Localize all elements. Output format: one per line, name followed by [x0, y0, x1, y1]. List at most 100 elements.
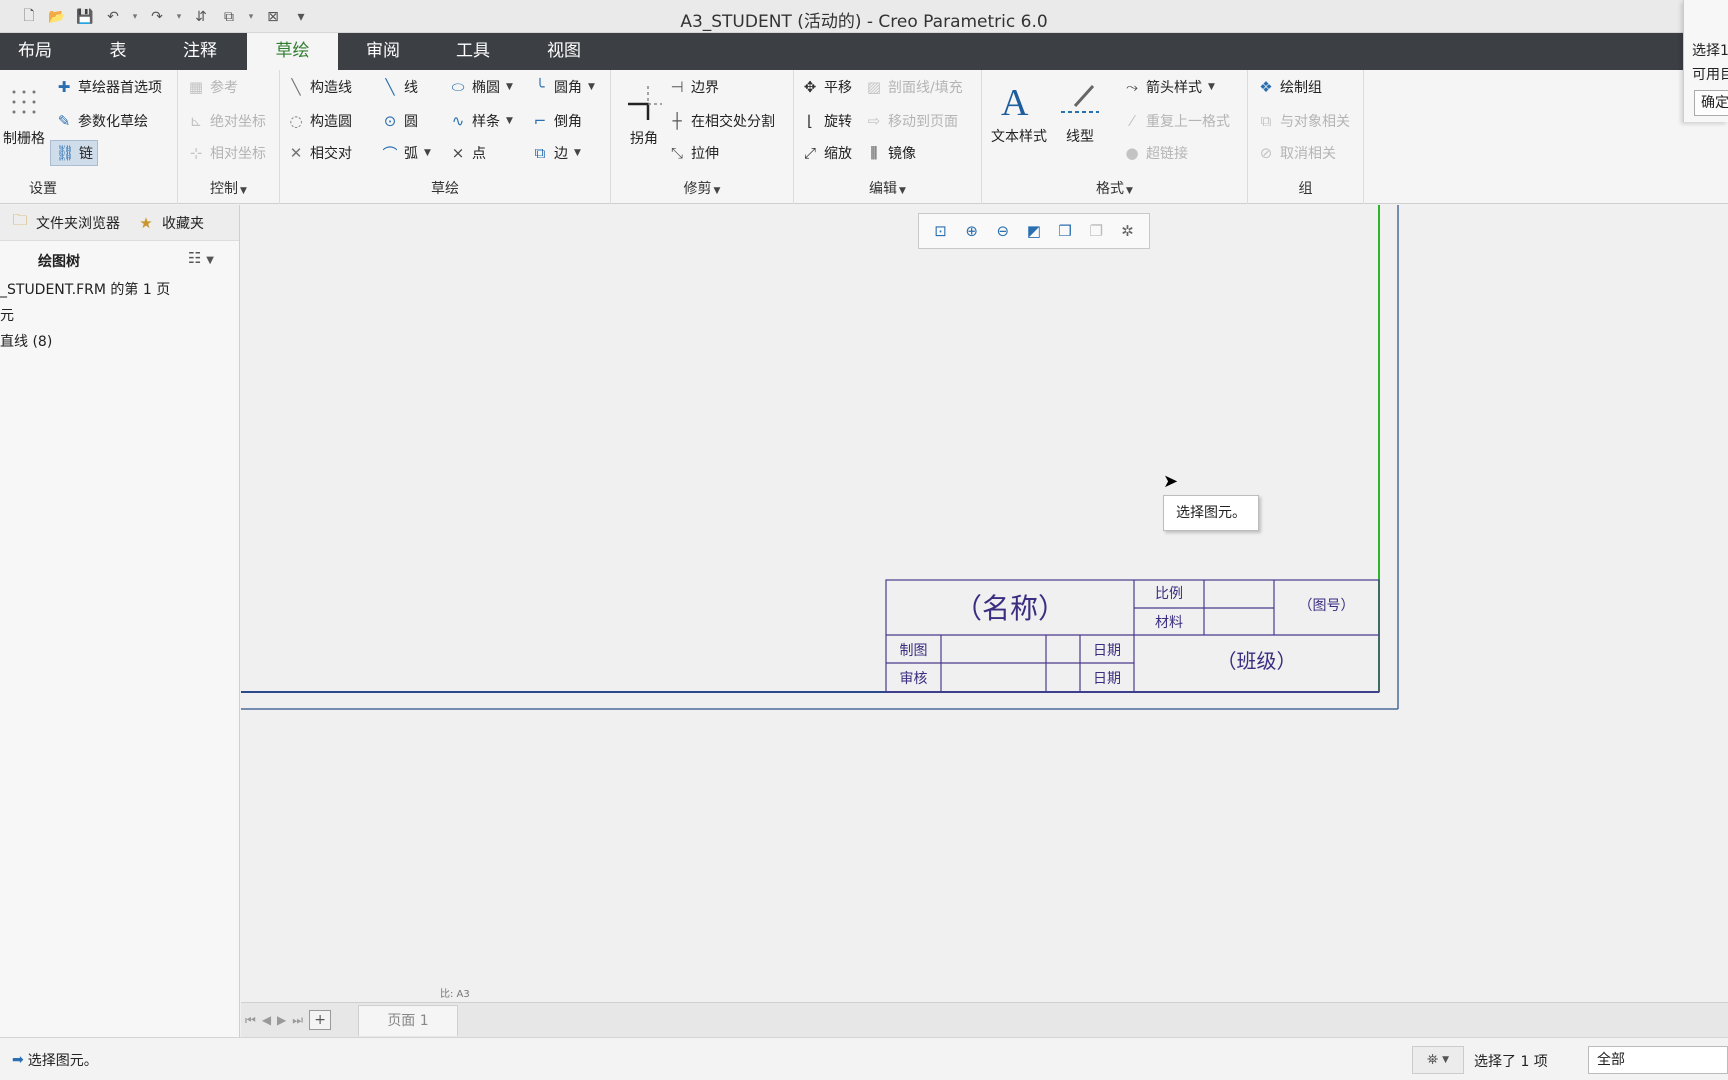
tree-item[interactable]: 元 — [0, 303, 239, 329]
dialog-ok-button[interactable]: 确定 — [1694, 90, 1728, 116]
tab-annotate[interactable]: 注释 — [164, 33, 236, 70]
group-format-label[interactable]: 格式 ▼ — [982, 178, 1247, 198]
prev-page-icon[interactable]: ◀ — [262, 1013, 271, 1027]
edge-dropdown-icon[interactable]: ▼ — [574, 148, 581, 158]
unrelate-label: 取消相关 — [1280, 146, 1336, 162]
chain-button[interactable]: ⛓ 链 — [50, 140, 98, 166]
group-trim-label[interactable]: 修剪 ▼ — [611, 178, 793, 198]
sheets-icon[interactable]: ❐ — [1085, 220, 1107, 242]
sheet-scale-note: 比: A3 — [440, 989, 470, 1000]
sketcher-prefs-label: 草绘器首选项 — [78, 80, 162, 96]
group-edit-label[interactable]: 编辑 ▼ — [794, 178, 981, 198]
tab-view[interactable]: 视图 — [527, 33, 601, 70]
spline-dropdown-icon[interactable]: ▼ — [506, 116, 513, 126]
svg-text:A: A — [1001, 82, 1029, 121]
page-tab[interactable]: 页面 1 — [358, 1005, 458, 1036]
arrow-style-label: 箭头样式 — [1146, 80, 1202, 96]
tab-table[interactable]: 表 — [82, 33, 154, 70]
ellipse-button[interactable]: ⬭ 椭圆 ▼ — [448, 74, 513, 100]
zoom-out-icon[interactable]: ⊖ — [992, 220, 1014, 242]
tab-review[interactable]: 审阅 — [346, 33, 420, 70]
fillet-button[interactable]: ╰ 圆角 ▼ — [530, 74, 595, 100]
boundary-button[interactable]: ⊣ 边界 — [667, 74, 719, 100]
stretch-button[interactable]: ⤡ 拉伸 — [667, 140, 719, 166]
stretch-icon: ⤡ — [670, 144, 683, 162]
spline-button[interactable]: ∿ 样条 ▼ — [448, 108, 513, 134]
point-button[interactable]: × 点 — [448, 140, 486, 166]
reference-button[interactable]: ▦ 参考 — [186, 74, 238, 100]
zoom-in-icon[interactable]: ⊕ — [961, 220, 983, 242]
group-control: ▦ 参考 ⊾ 绝对坐标 ⊹ 相对坐标 控制 ▼ — [178, 70, 280, 204]
arc-dropdown-icon[interactable]: ▼ — [424, 148, 431, 158]
tab-tools[interactable]: 工具 — [436, 33, 510, 70]
title-block-drawing-no: （图号） — [1298, 598, 1355, 614]
draw-group-button[interactable]: ❖ 绘制组 — [1256, 74, 1322, 100]
sketcher-grid-button[interactable]: 制栅格 — [0, 76, 48, 148]
arc-button[interactable]: ⌒ 弧 ▼ — [380, 140, 431, 166]
param-sketch-button[interactable]: ✎ 参数化草绘 — [54, 108, 148, 134]
refit-icon[interactable]: ⊡ — [930, 220, 952, 242]
add-page-button[interactable]: + — [309, 1010, 332, 1030]
hyperlink-label: 超链接 — [1146, 146, 1188, 162]
favorites-label: 收藏夹 — [162, 215, 204, 232]
find-icon[interactable]: ⛯ ▼ — [1412, 1046, 1464, 1074]
selection-filter[interactable]: 全部 — [1588, 1046, 1728, 1074]
text-style-button[interactable]: A 文本样式 — [986, 74, 1052, 146]
hyperlink-button[interactable]: ● 超链接 — [1122, 140, 1188, 166]
fillet-dropdown-icon[interactable]: ▼ — [588, 82, 595, 92]
divide-at-intersect-button[interactable]: ┼ 在相交处分割 — [667, 108, 775, 134]
repaint-icon[interactable]: ◩ — [1023, 220, 1045, 242]
draw-group-label: 绘制组 — [1280, 80, 1322, 96]
scale-button[interactable]: ⤢ 缩放 — [800, 140, 852, 166]
hatch-button[interactable]: ▨ 剖面线/填充 — [864, 74, 963, 100]
edge-button[interactable]: ⧉ 边 ▼ — [530, 140, 581, 166]
plus-cross-icon: ✚ — [57, 78, 71, 96]
display-style-icon[interactable]: ❒ — [1054, 220, 1076, 242]
group-setup-label: 设置 — [29, 181, 57, 197]
tree-settings-icon[interactable]: ☷ ▼ — [188, 249, 214, 267]
mirror-button[interactable]: ⫼ 镜像 — [864, 140, 916, 166]
rel-coord-label: 相对坐标 — [210, 146, 266, 162]
corner-button[interactable]: 拐角 — [619, 76, 669, 148]
arrow-style-dropdown-icon[interactable]: ▼ — [1208, 82, 1215, 92]
line-button[interactable]: ╲ 线 — [380, 74, 418, 100]
construction-circle-button[interactable]: ◌ 构造圆 — [286, 108, 352, 134]
construction-line-button[interactable]: ╲ 构造线 — [286, 74, 352, 100]
intersect-button[interactable]: ✕ 相交对 — [286, 140, 352, 166]
tab-layout[interactable]: 布局 — [0, 33, 70, 70]
rel-coord-button[interactable]: ⊹ 相对坐标 — [186, 140, 266, 166]
group-control-label[interactable]: 控制 ▼ — [178, 178, 279, 198]
drawing-canvas[interactable]: （名称） 比例 材料 （图号） 制图 审核 日期 日期 （班级） ⊡ ⊕ ⊖ ◩… — [241, 205, 1728, 1002]
move-to-page-button[interactable]: ⇨ 移动到页面 — [864, 108, 958, 134]
chamfer-icon: ⌐ — [533, 112, 547, 130]
rotate-button[interactable]: ⌊ 旋转 — [800, 108, 852, 134]
relate-to-object-button[interactable]: ⧉ 与对象相关 — [1256, 108, 1350, 134]
unrelate-button[interactable]: ⊘ 取消相关 — [1256, 140, 1336, 166]
abs-coord-button[interactable]: ⊾ 绝对坐标 — [186, 108, 266, 134]
fillet-label: 圆角 — [554, 80, 582, 96]
sketcher-prefs-button[interactable]: ✚ 草绘器首选项 — [54, 74, 162, 100]
datum-display-icon[interactable]: ✲ — [1116, 220, 1138, 242]
repeat-format-button[interactable]: ⁄ 重复上一格式 — [1122, 108, 1230, 134]
title-bar: 🗋 📂 💾 ↶ ▾ ↷ ▾ ⇵ ⧉ ▾ ⊠ ▾ A3_STUDENT (活动的)… — [0, 0, 1728, 33]
arc-icon: ⌒ — [382, 144, 398, 163]
page-tab-bar: ⏮ ◀ ▶ ⏭ + 页面 1 — [241, 1002, 1728, 1037]
translate-button[interactable]: ✥ 平移 — [800, 74, 852, 100]
next-page-icon[interactable]: ▶ — [277, 1013, 286, 1027]
favorites-icon: ★ — [139, 213, 153, 232]
construction-circle-label: 构造圆 — [310, 114, 352, 130]
last-page-icon[interactable]: ⏭ — [292, 1013, 303, 1028]
tree-item[interactable]: 直线 (8) — [0, 329, 239, 355]
folder-browser-tab[interactable]: 🗀 文件夹浏览器 — [10, 211, 120, 233]
arrow-style-button[interactable]: ⤳ 箭头样式 ▼ — [1122, 74, 1215, 100]
favorites-tab[interactable]: ★ 收藏夹 — [136, 213, 204, 233]
hatch-icon: ▨ — [866, 78, 882, 96]
line-style-button[interactable]: 线型 — [1056, 74, 1104, 146]
tree-item[interactable]: _STUDENT.FRM 的第 1 页 — [0, 277, 239, 303]
tab-sketch[interactable]: 草绘 — [247, 33, 338, 70]
chamfer-button[interactable]: ⌐ 倒角 — [530, 108, 582, 134]
sketcher-grid-label: 制栅格 — [3, 131, 45, 147]
circle-button[interactable]: ⊙ 圆 — [380, 108, 418, 134]
first-page-icon[interactable]: ⏮ — [245, 1013, 256, 1028]
ellipse-dropdown-icon[interactable]: ▼ — [506, 82, 513, 92]
